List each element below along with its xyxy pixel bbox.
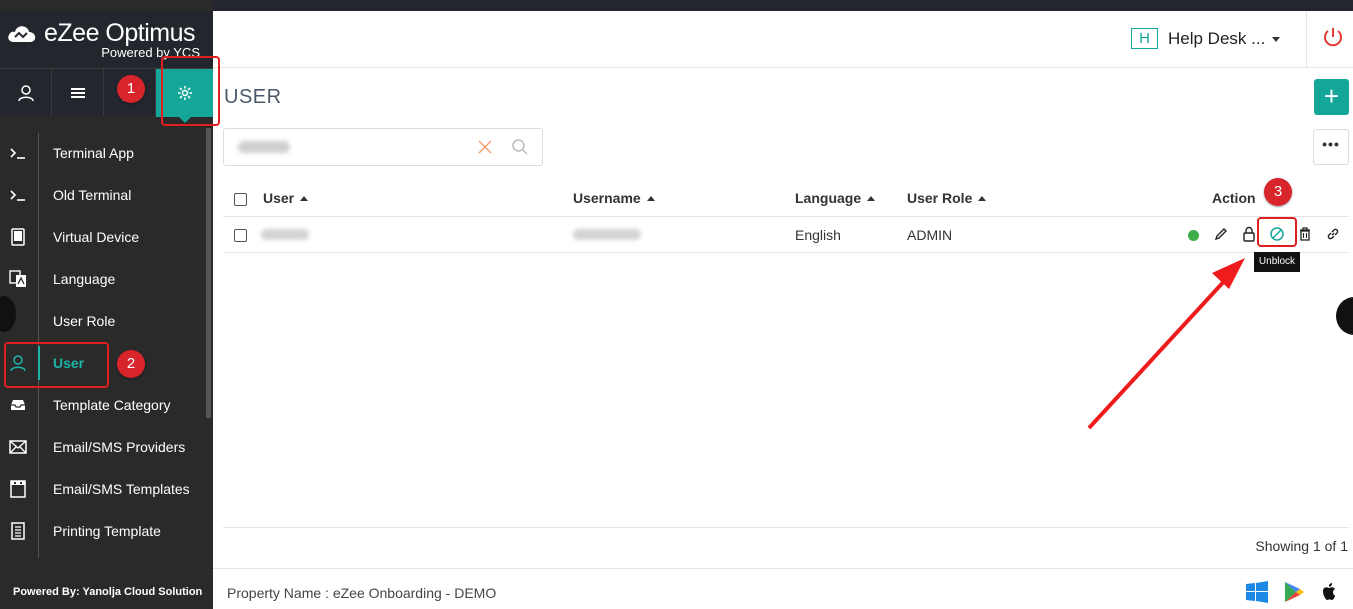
sidebar-item-email-sms-templates[interactable]: Email/SMS Templates <box>0 468 205 510</box>
user-name-redacted <box>261 229 309 240</box>
highlight-settings-tab <box>161 56 220 126</box>
terminal-icon <box>4 185 32 205</box>
translate-icon <box>4 269 32 289</box>
search-input[interactable] <box>223 128 543 166</box>
highlight-user-menu-item <box>4 342 109 388</box>
sidebar-item-label: Virtual Device <box>53 229 140 245</box>
bottom-bar: Property Name : eZee Onboarding - DEMO <box>213 568 1353 609</box>
column-user-role-label: User Role <box>907 190 973 206</box>
sidebar-item-label: Email/SMS Templates <box>53 481 190 497</box>
sort-asc-icon <box>867 196 876 201</box>
sidebar-item-label: Old Terminal <box>53 187 132 203</box>
sidebar-scrollbar[interactable] <box>206 128 211 418</box>
unblock-tooltip: Unblock <box>1254 252 1300 272</box>
table-header: User Username Language User Role Action <box>223 180 1349 217</box>
close-icon[interactable] <box>476 138 494 156</box>
column-language-label: Language <box>795 190 862 206</box>
column-language[interactable]: Language <box>795 190 876 206</box>
sort-asc-icon <box>300 196 309 201</box>
film-icon <box>4 479 32 499</box>
apple-icon[interactable] <box>1317 580 1341 604</box>
sidebar-item-label: Terminal App <box>53 145 134 161</box>
pagination-summary: Showing 1 of 1 <box>1255 538 1348 554</box>
sidebar-item-language[interactable]: Language <box>0 258 205 300</box>
highlight-unblock-button <box>1257 217 1297 247</box>
step-badge-2: 2 <box>117 350 145 378</box>
sort-asc-icon <box>646 196 655 201</box>
sidebar-item-template-category[interactable]: Template Category <box>0 384 205 426</box>
column-username-label: Username <box>573 190 641 206</box>
windows-icon[interactable] <box>1245 580 1269 604</box>
add-user-button[interactable]: + <box>1314 79 1349 115</box>
user-icon <box>17 85 34 102</box>
lock-icon[interactable] <box>1240 225 1258 243</box>
topbar-divider <box>1306 11 1307 68</box>
sidebar-item-label: Language <box>53 271 116 287</box>
table-bottom-divider <box>223 527 1349 528</box>
receipt-icon <box>4 521 32 541</box>
profile-tab[interactable] <box>0 69 52 117</box>
terminal-icon <box>4 143 32 163</box>
google-play-icon[interactable] <box>1282 580 1306 604</box>
sidebar-item-printing-template[interactable]: Printing Template <box>0 510 205 552</box>
column-user[interactable]: User <box>263 190 309 206</box>
sidebar-footer: Powered By: Yanolja Cloud Solution <box>13 586 203 598</box>
cell-language: English <box>795 227 841 243</box>
brand-name: eZee Optimus <box>44 19 196 47</box>
sidebar-item-label: Template Category <box>53 397 171 413</box>
search-icon[interactable] <box>511 138 529 156</box>
page-title: USER <box>224 86 282 108</box>
edit-pencil-icon[interactable] <box>1212 225 1230 243</box>
select-all-checkbox[interactable] <box>234 193 247 206</box>
more-options-button[interactable]: ••• <box>1313 129 1349 165</box>
power-icon[interactable] <box>1321 25 1345 49</box>
trash-icon[interactable] <box>1296 225 1314 243</box>
cloud-logo-icon <box>8 26 36 42</box>
hamburger-icon <box>70 88 85 98</box>
property-selector[interactable]: Help Desk ... <box>1168 29 1265 49</box>
user-table: User Username Language User Role Action … <box>223 180 1349 253</box>
panel-toggle-handle[interactable] <box>1336 297 1353 335</box>
column-action: Action <box>1212 190 1256 206</box>
step-badge-3: 3 <box>1264 178 1292 206</box>
column-user-label: User <box>263 190 295 206</box>
envelope-icon <box>4 437 32 457</box>
step-badge-1: 1 <box>117 75 145 103</box>
top-bar: H Help Desk ... <box>213 11 1353 68</box>
sidebar-item-email-sms-providers[interactable]: Email/SMS Providers <box>0 426 205 468</box>
property-initial-badge[interactable]: H <box>1131 28 1158 49</box>
sidebar-item-old-terminal[interactable]: Old Terminal <box>0 174 205 216</box>
menu-tab[interactable] <box>52 69 104 117</box>
table-row: English ADMIN <box>223 217 1349 253</box>
status-active-indicator <box>1188 230 1199 241</box>
sidebar-item-virtual-device[interactable]: Virtual Device <box>0 216 205 258</box>
search-value-redacted <box>238 141 290 153</box>
cell-user-role: ADMIN <box>907 227 953 243</box>
sort-asc-icon <box>978 196 987 201</box>
column-username[interactable]: Username <box>573 190 655 206</box>
username-redacted <box>573 229 641 240</box>
sidebar-item-label: Printing Template <box>53 523 161 539</box>
sidebar-item-label: Email/SMS Providers <box>53 439 186 455</box>
link-icon[interactable] <box>1324 225 1342 243</box>
sidebar-item-user-role[interactable]: User Role <box>0 300 205 342</box>
column-user-role[interactable]: User Role <box>907 190 987 206</box>
row-checkbox[interactable] <box>234 229 247 242</box>
tablet-icon <box>4 227 32 247</box>
inbox-icon <box>4 395 32 415</box>
sidebar-item-terminal-app[interactable]: Terminal App <box>0 132 205 174</box>
chevron-down-icon[interactable] <box>1272 37 1280 42</box>
property-name-label: Property Name : eZee Onboarding - DEMO <box>227 585 497 601</box>
sidebar-item-label: User Role <box>53 313 116 329</box>
